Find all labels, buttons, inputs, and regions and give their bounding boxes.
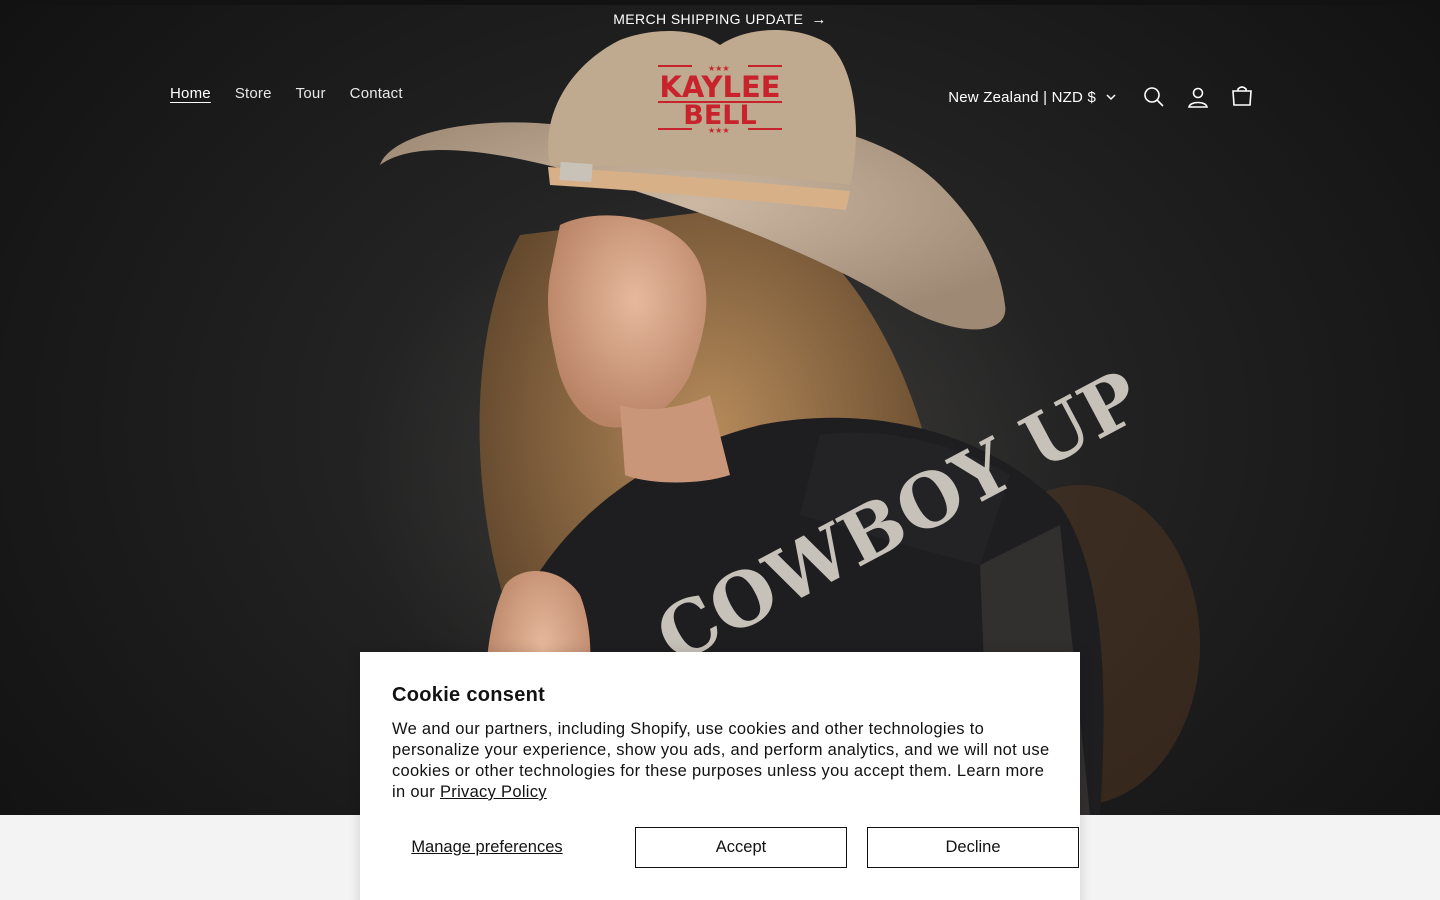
announcement-text[interactable]: MERCH SHIPPING UPDATE [613,11,803,27]
site-header: Home Store Tour Contact ★★★ KAYLEE BELL … [0,55,1440,137]
svg-text:★★★: ★★★ [708,126,730,133]
cookie-consent-banner: Cookie consent We and our partners, incl… [360,652,1080,900]
country-selector-label: New Zealand | NZD $ [948,88,1096,106]
cart-icon [1232,86,1252,106]
search-icon [1144,87,1164,107]
cookie-actions: Manage preferences Accept Decline [392,827,1079,868]
privacy-policy-link[interactable]: Privacy Policy [440,783,547,801]
nav-store[interactable]: Store [235,85,272,102]
nav-contact[interactable]: Contact [350,85,403,102]
account-icon [1188,87,1208,108]
header-tools: New Zealand | NZD $ [948,75,1264,119]
arrow-right-icon: → [811,10,827,28]
main-nav: Home Store Tour Contact [170,85,427,102]
nav-home[interactable]: Home [170,85,211,102]
cart-button[interactable] [1220,75,1264,119]
logo-line-1: KAYLEE [659,70,780,104]
site-logo[interactable]: ★★★ KAYLEE BELL ★★★ [654,61,786,135]
account-button[interactable] [1176,75,1220,119]
logo-mark: ★★★ KAYLEE BELL ★★★ [658,64,782,135]
manage-preferences-button[interactable]: Manage preferences [392,827,582,868]
announcement-bar[interactable]: MERCH SHIPPING UPDATE → [0,5,1440,33]
search-button[interactable] [1132,75,1176,119]
decline-button[interactable]: Decline [867,827,1079,868]
accept-button[interactable]: Accept [635,827,847,868]
chevron-down-icon [1106,93,1116,100]
nav-tour[interactable]: Tour [296,85,326,102]
cookie-title: Cookie consent [392,684,546,706]
country-selector[interactable]: New Zealand | NZD $ [948,89,1116,106]
cookie-body: We and our partners, including Shopify, … [392,719,1052,803]
